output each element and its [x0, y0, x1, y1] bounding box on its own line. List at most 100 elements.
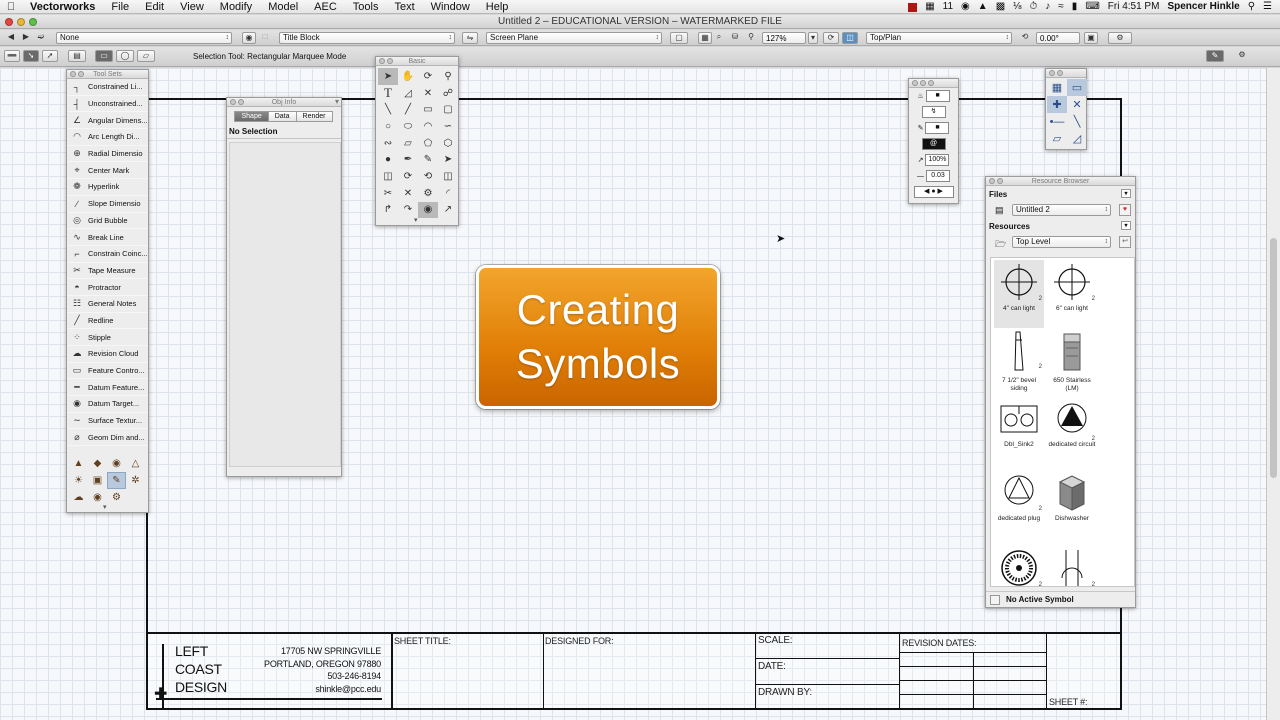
flyover-tool-icon[interactable]: ⟳ [418, 68, 438, 85]
double-line-icon[interactable]: ╱ [398, 101, 418, 118]
resource-item[interactable]: 2 dedicated plug [994, 470, 1044, 538]
dims-notes-icon[interactable]: ✎ [107, 472, 126, 489]
spotlight-search-icon[interactable]: ⚲ [1248, 0, 1255, 14]
tool-item[interactable]: ◉ Datum Target... [67, 396, 148, 413]
menu-help[interactable]: Help [478, 0, 517, 14]
symbol-insertion-icon[interactable]: ☍ [438, 85, 458, 102]
spiral-icon[interactable]: ● [378, 151, 398, 168]
resource-item[interactable]: 650 Stairless (LM) [1047, 328, 1097, 396]
poly-marquee-icon[interactable]: ▱ [137, 50, 155, 62]
layer-visibility-icon[interactable]: □ [258, 32, 272, 44]
menubar-clock[interactable]: Fri 4:51 PM [1108, 0, 1160, 14]
basic-menu-icon[interactable]: ▾ [414, 216, 418, 224]
split-icon[interactable]: ✂ [378, 185, 398, 202]
palette-collapse-button[interactable] [78, 71, 84, 77]
tool-item[interactable]: ☷ General Notes [67, 296, 148, 313]
pan-hand-icon[interactable]: ✋ [398, 68, 418, 85]
notification-badge[interactable]: 11 [943, 0, 953, 14]
menu-file[interactable]: File [103, 0, 137, 14]
snap-angle-icon[interactable]: ✚ [1047, 96, 1067, 113]
attribute-mapping-icon[interactable]: ✎ [418, 151, 438, 168]
resource-item[interactable]: 2 7 1/2" bevel siding [994, 328, 1044, 396]
building-shell-icon[interactable]: ▲ [69, 455, 88, 472]
layer-select[interactable]: Title Block [279, 32, 455, 44]
tool-item[interactable]: ⌖ Center Mark [67, 162, 148, 180]
site-planning-icon[interactable]: ◆ [88, 455, 107, 472]
vertical-scrollbar[interactable] [1266, 68, 1280, 720]
attributes-close-button[interactable] [912, 80, 918, 86]
fill-style-select[interactable]: ■ [925, 90, 950, 102]
line-weight-value[interactable]: 0.03 [926, 170, 950, 182]
menu-edit[interactable]: Edit [137, 0, 172, 14]
regular-polygon-icon[interactable]: ⬠ [418, 135, 438, 152]
obj-info-collapse-button[interactable] [238, 99, 244, 105]
tool-item[interactable]: ✂ Tape Measure [67, 263, 148, 280]
line-markers-select[interactable]: ◀ ● ▶ [913, 186, 954, 198]
view-select[interactable]: Top/Plan [866, 32, 1012, 44]
resource-item[interactable]: Dishwasher [1047, 470, 1097, 538]
menu-view[interactable]: View [172, 0, 212, 14]
resources-menu-icon[interactable]: ▾ [1121, 221, 1131, 230]
resource-item[interactable]: 2 [1047, 546, 1097, 586]
pen-color-swatch[interactable]: @ [921, 138, 946, 150]
zoom-fit-icon[interactable]: ⌕ [712, 32, 726, 44]
adobe-icon[interactable]: ▲ [978, 0, 988, 14]
drive-icon[interactable]: ▩ [996, 0, 1005, 14]
menu-model[interactable]: Model [260, 0, 306, 14]
resource-item[interactable]: 2 [994, 546, 1044, 586]
tool-item[interactable]: ☁ Revision Cloud [67, 346, 148, 363]
files-menu-icon[interactable]: ▾ [1121, 189, 1131, 198]
lasso-marquee-icon[interactable]: ◯ [116, 50, 134, 62]
scrollbar-thumb[interactable] [1270, 238, 1277, 478]
growl-icon[interactable]: ◉ [961, 0, 970, 14]
folder-up-icon[interactable]: ↩ [1119, 236, 1131, 248]
volume-icon[interactable]: ♪ [1045, 0, 1050, 14]
palette-close-button[interactable] [70, 71, 76, 77]
forward-arrow-icon[interactable]: ▶ [19, 32, 33, 44]
grid-icon[interactable]: ▦ [925, 0, 934, 14]
polyline-icon[interactable]: ∾ [378, 135, 398, 152]
flyover-icon[interactable]: ⟳ [823, 32, 839, 44]
time-machine-icon[interactable]: ⏱ [1029, 0, 1037, 14]
detailing-icon[interactable]: ☀ [69, 472, 88, 489]
tool-item[interactable]: ┤ Unconstrained... [67, 96, 148, 113]
tool-sets-title-bar[interactable]: Tool Sets [67, 70, 148, 79]
locus-icon[interactable]: ✕ [418, 85, 438, 102]
eyedropper-icon[interactable]: ✒ [398, 151, 418, 168]
fill-color-swatch[interactable]: ↯ [921, 106, 946, 118]
enable-multi-scaling-icon[interactable]: ➚ [42, 50, 58, 62]
unified-view-icon[interactable]: ▦ [698, 32, 712, 44]
favorite-icon[interactable]: ♥ [1119, 204, 1131, 216]
folder-select[interactable]: Top Level [1012, 236, 1111, 248]
menu-modify[interactable]: Modify [212, 0, 260, 14]
sheet-layer-icon[interactable]: ⚙ [1108, 32, 1132, 44]
trim-icon[interactable]: ✕ [398, 185, 418, 202]
tool-item[interactable]: ▭ Feature Contro... [67, 363, 148, 380]
line-tool-icon[interactable]: ╲ [378, 101, 398, 118]
visualization-icon[interactable]: ☁ [69, 489, 88, 506]
text-tool-icon[interactable]: T [378, 85, 398, 102]
tool-item[interactable]: ∿ Break Line [67, 229, 148, 246]
basic-close-button[interactable] [379, 58, 385, 64]
keyboard-icon[interactable]: ⌨ [1085, 0, 1099, 14]
transform-icon[interactable]: ▤ [68, 50, 86, 62]
resource-item[interactable]: Dbl_Sink2 [994, 400, 1044, 468]
menu-text[interactable]: Text [386, 0, 422, 14]
tool-item[interactable]: ❁ Hyperlink [67, 179, 148, 196]
obj-info-title-bar[interactable]: Obj Info ▾ [227, 97, 341, 107]
tool-item[interactable]: ┐ Constrained Li... [67, 79, 148, 96]
snapping-collapse-button[interactable] [1057, 70, 1063, 76]
pen-style-select[interactable]: ■ [925, 122, 950, 134]
obj-info-close-button[interactable] [230, 99, 236, 105]
class-options-icon[interactable]: ➫ [34, 32, 48, 44]
bluetooth-icon[interactable]: ⅛ [1013, 0, 1021, 14]
active-plane-icon[interactable]: ⇋ [462, 32, 478, 44]
tool-item[interactable]: ⌐ Constrain Coinc... [67, 246, 148, 263]
tool-item[interactable]: ◎ Grid Bubble [67, 213, 148, 230]
render-mode-icon[interactable]: ▢ [670, 32, 688, 44]
saved-views-icon[interactable]: ▣ [1084, 32, 1098, 44]
class-select[interactable]: None [56, 32, 232, 44]
tool-item[interactable]: ━ Datum Feature... [67, 379, 148, 397]
connect-combine-icon[interactable]: ⚙ [418, 185, 438, 202]
resource-item[interactable]: 2 4" can light [994, 260, 1044, 328]
